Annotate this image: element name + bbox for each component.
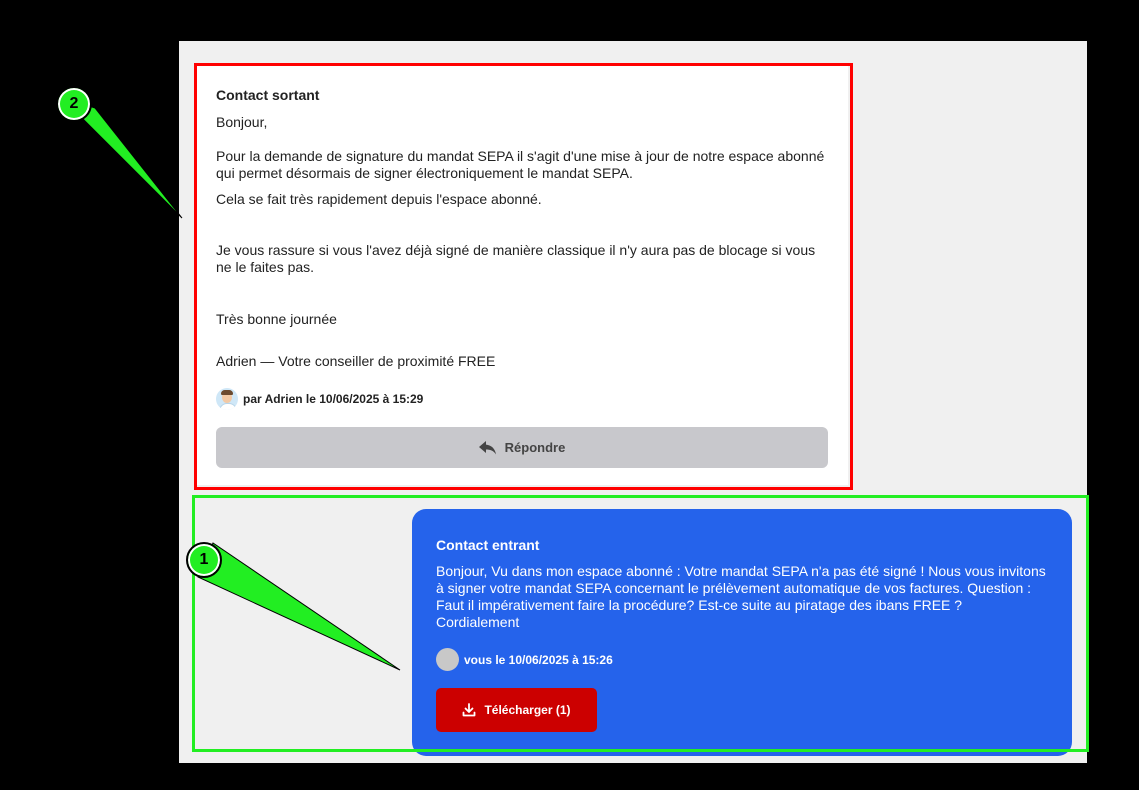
annotation-callouts bbox=[59, 95, 401, 671]
callout-pointer-1 bbox=[197, 542, 401, 671]
annotation-marker-2: 2 bbox=[56, 86, 92, 122]
annotation-marker-1: 1 bbox=[186, 542, 222, 578]
